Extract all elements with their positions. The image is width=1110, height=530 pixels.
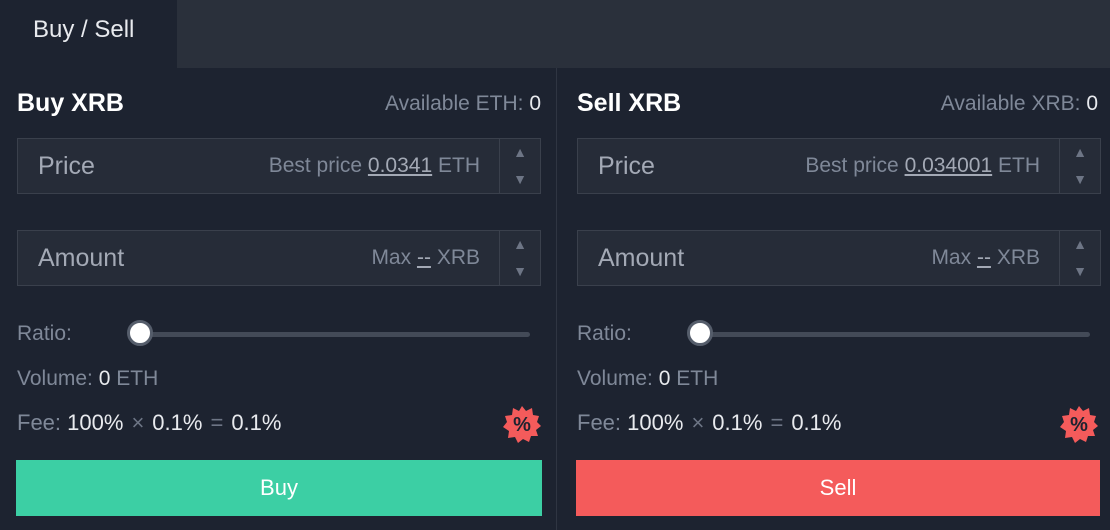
sell-available-value: 0 [1086, 92, 1098, 115]
percent-badge-icon[interactable]: % [503, 405, 541, 443]
sell-fee-label: Fee: [577, 410, 622, 435]
chevron-down-icon[interactable]: ▼ [1060, 166, 1100, 193]
sell-amount-label: Amount [598, 244, 685, 272]
sell-volume-value: 0 [658, 367, 671, 390]
buy-price-stepper: ▲ ▼ [499, 139, 540, 193]
tab-buy-sell[interactable]: Buy / Sell [0, 0, 177, 68]
sell-ratio-label: Ratio: [577, 322, 632, 345]
buy-fee-base: 0.1% [152, 410, 203, 435]
sell-available-label: Available XRB: [940, 92, 1081, 115]
buy-fee-label: Fee: [17, 410, 62, 435]
sell-best-price-link[interactable]: 0.034001 [905, 154, 993, 177]
buy-best-price-unit: ETH [438, 154, 480, 177]
sell-max-unit: XRB [996, 246, 1040, 269]
equals-sign: = [210, 410, 224, 435]
equals-sign: = [770, 410, 784, 435]
sell-amount-field[interactable]: Amount Max -- XRB ▲ ▼ [577, 230, 1101, 286]
sell-amount-stepper: ▲ ▼ [1059, 231, 1100, 285]
sell-price-label: Price [598, 152, 655, 180]
sell-max-hint: Max -- XRB [931, 246, 1040, 270]
times-sign: × [131, 410, 145, 435]
times-sign: × [691, 410, 705, 435]
sell-ratio-slider-handle[interactable] [687, 320, 713, 346]
sell-panel: Sell XRB Available XRB: 0 Price Best pri… [557, 68, 1110, 530]
sell-max-prefix: Max [931, 246, 972, 269]
chevron-up-icon[interactable]: ▲ [1060, 231, 1100, 258]
percent-badge-glyph: % [1070, 414, 1088, 436]
sell-volume-label: Volume: [577, 367, 653, 390]
buy-volume-value: 0 [98, 367, 111, 390]
buy-amount-label: Amount [38, 244, 125, 272]
buy-fee-rate: 100% [67, 410, 124, 435]
buy-volume-unit: ETH [116, 367, 159, 390]
sell-price-field[interactable]: Price Best price 0.034001 ETH ▲ ▼ [577, 138, 1101, 194]
buy-best-price-prefix: Best price [268, 154, 363, 177]
buy-available-value: 0 [529, 92, 541, 115]
sell-fee-base: 0.1% [712, 410, 763, 435]
buy-ratio-slider-handle[interactable] [127, 320, 153, 346]
tab-label: Buy / Sell [33, 16, 135, 43]
sell-volume: Volume: 0 ETH [577, 367, 718, 391]
buy-best-price-link[interactable]: 0.0341 [368, 154, 432, 177]
percent-badge-icon[interactable]: % [1060, 405, 1098, 443]
buy-title: Buy XRB [17, 89, 124, 117]
buy-price-label: Price [38, 152, 95, 180]
sell-volume-unit: ETH [676, 367, 719, 390]
buy-price-field[interactable]: Price Best price 0.0341 ETH ▲ ▼ [17, 138, 541, 194]
buy-ratio-slider-track[interactable] [140, 332, 530, 337]
sell-available: Available XRB: 0 [941, 92, 1098, 116]
chevron-up-icon[interactable]: ▲ [500, 231, 540, 258]
chevron-down-icon[interactable]: ▼ [500, 166, 540, 193]
buy-fee: Fee: 100% × 0.1% = 0.1% [17, 410, 281, 436]
buy-ratio-label: Ratio: [17, 322, 72, 345]
buy-amount-stepper: ▲ ▼ [499, 231, 540, 285]
buy-amount-field[interactable]: Amount Max -- XRB ▲ ▼ [17, 230, 541, 286]
sell-fee-result: 0.1% [791, 410, 842, 435]
sell-best-price-hint: Best price 0.034001 ETH [805, 154, 1040, 178]
sell-best-price-prefix: Best price [805, 154, 899, 177]
sell-title: Sell XRB [577, 89, 682, 117]
buy-max-link[interactable]: -- [417, 246, 431, 269]
buy-max-hint: Max -- XRB [371, 246, 480, 270]
chevron-up-icon[interactable]: ▲ [1060, 139, 1100, 166]
buy-available-label: Available ETH: [384, 92, 524, 115]
tab-bar: Buy / Sell [0, 0, 1110, 68]
sell-price-stepper: ▲ ▼ [1059, 139, 1100, 193]
chevron-up-icon[interactable]: ▲ [500, 139, 540, 166]
buy-max-prefix: Max [371, 246, 412, 269]
sell-max-link[interactable]: -- [977, 246, 991, 269]
buy-panel: Buy XRB Available ETH: 0 Price Best pric… [0, 68, 556, 530]
sell-fee: Fee: 100% × 0.1% = 0.1% [577, 410, 841, 436]
sell-fee-rate: 100% [627, 410, 684, 435]
sell-button[interactable]: Sell [576, 460, 1100, 516]
buy-volume: Volume: 0 ETH [17, 367, 158, 391]
sell-best-price-unit: ETH [998, 154, 1040, 177]
buy-available: Available ETH: 0 [385, 92, 541, 116]
sell-ratio-slider-track[interactable] [700, 332, 1090, 337]
percent-badge-glyph: % [513, 414, 531, 436]
buy-button[interactable]: Buy [16, 460, 542, 516]
buy-volume-label: Volume: [17, 367, 93, 390]
chevron-down-icon[interactable]: ▼ [1060, 258, 1100, 285]
buy-best-price-hint: Best price 0.0341 ETH [269, 154, 480, 178]
chevron-down-icon[interactable]: ▼ [500, 258, 540, 285]
buy-max-unit: XRB [436, 246, 480, 269]
buy-fee-result: 0.1% [231, 410, 282, 435]
